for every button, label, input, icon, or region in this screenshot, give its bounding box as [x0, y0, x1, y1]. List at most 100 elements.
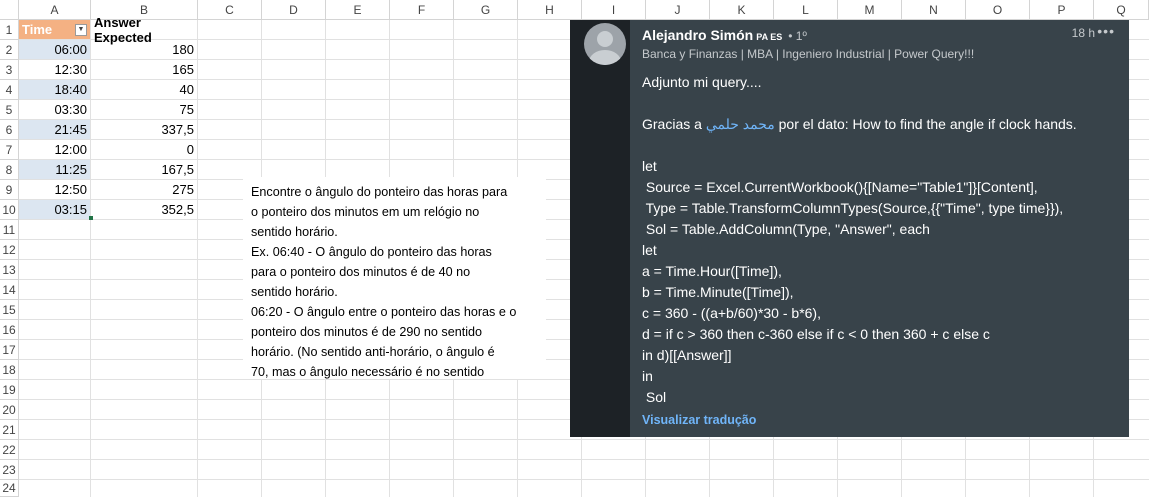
row-header-3[interactable]: 3: [0, 60, 19, 80]
row-number: 12: [2, 242, 16, 257]
comment-screenshot[interactable]: Alejandro Simón PA ES • 1º 18 h ••• Banca …: [570, 20, 1129, 437]
column-header-c[interactable]: C: [198, 0, 262, 20]
row-header-24[interactable]: 24: [0, 480, 19, 497]
time-cell[interactable]: 03:15: [19, 200, 90, 219]
answer-cell[interactable]: 167,5: [91, 160, 197, 179]
column-header-k[interactable]: K: [710, 0, 774, 20]
time-cell[interactable]: 06:00: [19, 40, 90, 59]
cell-value: 12:00: [54, 142, 87, 157]
row-header-4[interactable]: 4: [0, 80, 19, 100]
column-header-p[interactable]: P: [1030, 0, 1094, 20]
column-header-l[interactable]: L: [774, 0, 838, 20]
column-letter: H: [545, 2, 554, 17]
text-line: Ex. 06:40 - O ângulo do ponteiro das hor…: [251, 245, 492, 259]
gridline: [19, 479, 1149, 480]
row-header-1[interactable]: 1: [0, 20, 19, 40]
time-cell[interactable]: 21:45: [19, 120, 90, 139]
row-number: 14: [2, 282, 16, 297]
row-number: 4: [5, 82, 13, 97]
column-letter: K: [737, 2, 746, 17]
table-resize-handle[interactable]: [89, 216, 93, 220]
column-letter: D: [289, 2, 298, 17]
row-header-11[interactable]: 11: [0, 220, 19, 240]
column-header-h[interactable]: H: [518, 0, 582, 20]
row-number: 11: [2, 222, 16, 237]
column-header-a[interactable]: A: [19, 0, 91, 20]
author-line: Alejandro Simón PA ES • 1º: [642, 27, 807, 43]
column-letter: Q: [1116, 2, 1126, 17]
column-header-f[interactable]: F: [390, 0, 454, 20]
row-header-6[interactable]: 6: [0, 120, 19, 140]
filter-dropdown-icon[interactable]: ▼: [75, 23, 87, 36]
time-cell[interactable]: 03:30: [19, 100, 90, 119]
cell-value: 18:40: [54, 82, 87, 97]
row-header-14[interactable]: 14: [0, 280, 19, 300]
row-header-18[interactable]: 18: [0, 360, 19, 380]
table-header-answer[interactable]: Answer Expected: [91, 15, 197, 45]
row-header-15[interactable]: 15: [0, 300, 19, 320]
column-header-i[interactable]: I: [582, 0, 646, 20]
cell-value: 275: [172, 182, 194, 197]
row-header-16[interactable]: 16: [0, 320, 19, 340]
column-header-d[interactable]: D: [262, 0, 326, 20]
answer-cell[interactable]: 275: [91, 180, 197, 199]
row-header-8[interactable]: 8: [0, 160, 19, 180]
column-header-n[interactable]: N: [902, 0, 966, 20]
answer-cell[interactable]: 352,5: [91, 200, 197, 219]
column-letter: E: [353, 2, 362, 17]
time-cell[interactable]: 12:00: [19, 140, 90, 159]
answer-cell[interactable]: 337,5: [91, 120, 197, 139]
select-all-corner[interactable]: [0, 0, 19, 20]
column-header-g[interactable]: G: [454, 0, 518, 20]
answer-cell[interactable]: 180: [91, 40, 197, 59]
connection-degree: • 1º: [788, 29, 807, 43]
row-number: 21: [2, 422, 16, 437]
row-header-5[interactable]: 5: [0, 100, 19, 120]
row-header-21[interactable]: 21: [0, 420, 19, 440]
answer-cell[interactable]: 75: [91, 100, 197, 119]
time-cell[interactable]: 11:25: [19, 160, 90, 179]
author-name[interactable]: Alejandro Simón: [642, 27, 753, 43]
row-number: 19: [2, 382, 16, 397]
author-tag: PA ES: [756, 32, 783, 42]
row-header-22[interactable]: 22: [0, 440, 19, 460]
answer-cell[interactable]: 165: [91, 60, 197, 79]
column-header-e[interactable]: E: [326, 0, 390, 20]
row-number: 1: [5, 22, 13, 37]
row-header-12[interactable]: 12: [0, 240, 19, 260]
row-number: 17: [2, 342, 16, 357]
row-header-19[interactable]: 19: [0, 380, 19, 400]
time-cell[interactable]: 18:40: [19, 80, 90, 99]
row-header-20[interactable]: 20: [0, 400, 19, 420]
row-number: 16: [2, 322, 16, 337]
code-line: Sol: [642, 389, 667, 405]
answer-cell[interactable]: 0: [91, 140, 197, 159]
column-letter: O: [992, 2, 1003, 17]
row-header-10[interactable]: 10: [0, 200, 19, 220]
comment-line: Adjunto mi query....: [642, 74, 762, 90]
translate-link[interactable]: Visualizar tradução: [642, 413, 756, 427]
time-cell[interactable]: 12:30: [19, 60, 90, 79]
answer-cell[interactable]: 40: [91, 80, 197, 99]
header-label: Time: [22, 22, 53, 37]
mention-link[interactable]: محمد حلمي: [706, 116, 775, 132]
column-header-q[interactable]: Q: [1094, 0, 1149, 20]
time-cell[interactable]: 12:50: [19, 180, 90, 199]
problem-text-box[interactable]: Encontre o ângulo do ponteiro das horas …: [243, 177, 546, 379]
column-header-m[interactable]: M: [838, 0, 902, 20]
row-header-17[interactable]: 17: [0, 340, 19, 360]
table-header-time[interactable]: Time ▼: [19, 20, 90, 39]
cell-value: 165: [172, 62, 194, 77]
avatar[interactable]: [584, 23, 626, 65]
column-header-j[interactable]: J: [646, 0, 710, 20]
row-header-9[interactable]: 9: [0, 180, 19, 200]
cell-value: 21:45: [54, 122, 87, 137]
code-line: in: [642, 368, 653, 384]
row-number: 2: [5, 42, 13, 57]
column-header-o[interactable]: O: [966, 0, 1030, 20]
row-header-7[interactable]: 7: [0, 140, 19, 160]
row-header-2[interactable]: 2: [0, 40, 19, 60]
more-options-icon[interactable]: •••: [1097, 23, 1115, 39]
row-header-13[interactable]: 13: [0, 260, 19, 280]
row-header-23[interactable]: 23: [0, 460, 19, 480]
